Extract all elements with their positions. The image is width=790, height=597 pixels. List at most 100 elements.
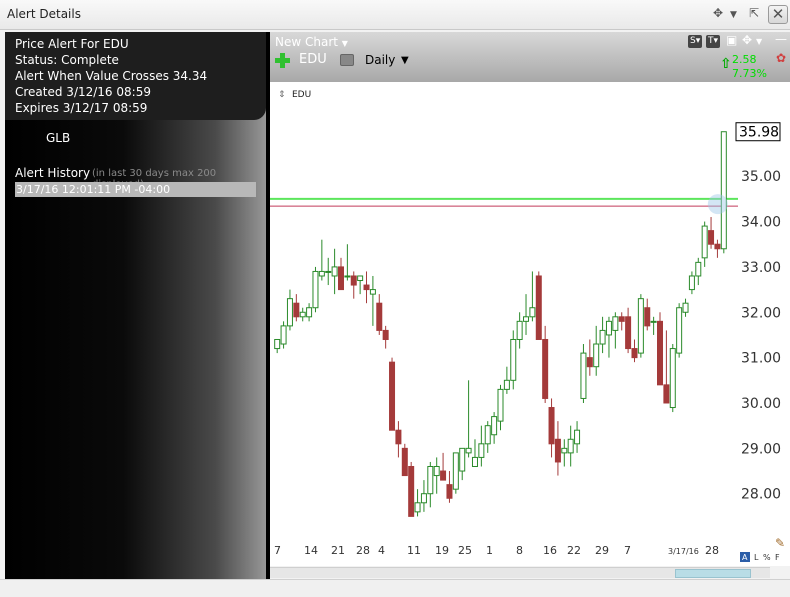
history-row[interactable]: 3/17/16 12:01:11 PM -04:00 <box>15 182 256 197</box>
move-icon[interactable]: ✥ <box>742 33 752 47</box>
sort-icon: ⇕ <box>278 90 286 100</box>
y-tick-label: 28.00 <box>741 487 781 503</box>
candle-body <box>523 316 530 322</box>
candle-body <box>663 384 670 404</box>
candle-body <box>465 447 472 454</box>
x-tick-label: 28 <box>356 544 370 557</box>
x-tick-label: 7 <box>624 544 631 557</box>
last-price-label: 35.98 <box>739 125 779 141</box>
x-tick-label: 4 <box>378 544 385 557</box>
x-tick-label: 11 <box>407 544 421 557</box>
x-tick-label: 7 <box>274 544 281 557</box>
chevron-down-icon[interactable]: ▼ <box>730 8 737 22</box>
candle-body <box>363 284 370 291</box>
candle-body <box>408 465 415 517</box>
palette-icon[interactable]: ✿ <box>776 51 786 65</box>
alert-details-window: Alert Details ✥ ▼ ⇱ ✕ Price Alert For ED… <box>0 0 790 597</box>
candle-body <box>644 307 651 327</box>
title-bar: Alert Details ✥ ▼ ⇱ ✕ <box>0 0 790 30</box>
candle-body <box>382 329 389 340</box>
candle-body <box>401 447 408 477</box>
candle-body <box>337 266 344 291</box>
candlestick-chart[interactable]: EDU ⇕ 35.00 34.00 33.00 32.00 31.00 30.00 29.00 2… <box>270 82 790 566</box>
tools-button[interactable]: T▾ <box>706 35 721 48</box>
studies-button[interactable]: S▾ <box>688 35 703 48</box>
axis-mode-button[interactable]: F <box>775 553 780 562</box>
candle-body <box>650 320 657 323</box>
chevron-down-icon: ▼ <box>341 39 348 48</box>
candle-body <box>420 493 427 504</box>
x-tick-label: 19 <box>435 544 449 557</box>
candle-body <box>708 230 715 245</box>
candle-body <box>446 484 453 499</box>
close-button[interactable]: ✕ <box>768 5 788 24</box>
y-tick-label: 31.00 <box>741 351 781 367</box>
candle-body <box>542 338 549 399</box>
x-tick-label: 1 <box>486 544 493 557</box>
close-icon: ✕ <box>771 5 785 23</box>
y-tick-label: 33.00 <box>741 260 781 276</box>
x-tick-label: 8 <box>516 544 523 557</box>
candle-body <box>688 275 695 291</box>
axis-mode-button[interactable]: L <box>754 553 759 562</box>
new-chart-menu[interactable]: New Chart ▼ <box>275 35 348 49</box>
candle-body <box>395 429 402 445</box>
candle-body <box>293 302 300 318</box>
change-percent: 7.73% <box>732 67 767 80</box>
chart-toolbar: New Chart ▼ EDU Daily ▼ S▾ T▾ ▣ ✥ ▼ — ✿ … <box>270 32 790 82</box>
candle-body <box>497 388 504 422</box>
y-tick-label: 30.00 <box>741 396 781 412</box>
minimize-icon[interactable]: — <box>775 32 787 46</box>
chart-symbol-label: EDU <box>292 90 311 100</box>
alert-group: GLB <box>46 131 71 145</box>
studies-label: S <box>690 36 696 46</box>
alert-status: Status: Complete <box>15 53 119 67</box>
printer-icon[interactable] <box>340 54 354 66</box>
candle-body <box>676 307 683 354</box>
candle-body <box>427 465 434 495</box>
candle-body <box>325 270 332 273</box>
scrollbar-thumb[interactable] <box>675 569 751 578</box>
candle-body <box>350 275 357 286</box>
edit-icon: ✎ <box>775 536 785 550</box>
alert-expires: Expires 3/12/17 08:59 <box>15 101 148 115</box>
candle-body <box>452 452 459 490</box>
x-tick-label: 16 <box>543 544 557 557</box>
popout-icon[interactable]: ⇱ <box>749 6 759 20</box>
candle-body <box>554 438 561 463</box>
alert-title: Price Alert For EDU <box>15 37 129 51</box>
candle-body <box>459 447 466 472</box>
move-icon[interactable]: ✥ <box>713 6 723 20</box>
x-tick-label: 21 <box>331 544 345 557</box>
new-chart-label: New Chart <box>275 35 338 49</box>
candle-body <box>561 447 568 454</box>
candle-body <box>280 325 287 345</box>
add-symbol-icon[interactable] <box>275 53 290 68</box>
chevron-down-icon[interactable]: ▼ <box>756 35 762 49</box>
candle-body <box>631 348 638 359</box>
arrow-up-icon: ⇧ <box>720 56 732 72</box>
candle-body <box>357 275 364 282</box>
chart-scrollbar[interactable] <box>270 567 770 578</box>
axis-mode-button[interactable]: A <box>742 553 748 562</box>
x-tick-label: 22 <box>567 544 581 557</box>
candle-body <box>471 456 478 467</box>
chevron-down-icon[interactable]: ▼ <box>401 55 409 66</box>
candle-body <box>625 316 632 350</box>
x-tick-label: 28 <box>705 544 719 557</box>
x-tick-label: 29 <box>595 544 609 557</box>
symbol-field[interactable]: EDU <box>299 52 327 67</box>
period-select[interactable]: Daily <box>365 53 395 67</box>
candle-body <box>695 261 702 277</box>
candle-body <box>318 270 325 277</box>
candle-body <box>612 316 619 331</box>
candle-body <box>510 338 517 381</box>
y-tick-label: 29.00 <box>741 441 781 457</box>
save-icon[interactable]: ▣ <box>726 33 737 47</box>
y-tick-label: 32.00 <box>741 305 781 321</box>
axis-mode-button[interactable]: % <box>763 553 771 562</box>
candle-body <box>286 298 293 327</box>
candle-body <box>274 338 281 350</box>
price-chart[interactable]: EDU ⇕ 35.00 34.00 33.00 32.00 31.00 30.00 29.00 2… <box>270 82 790 566</box>
candle-body <box>682 302 689 313</box>
